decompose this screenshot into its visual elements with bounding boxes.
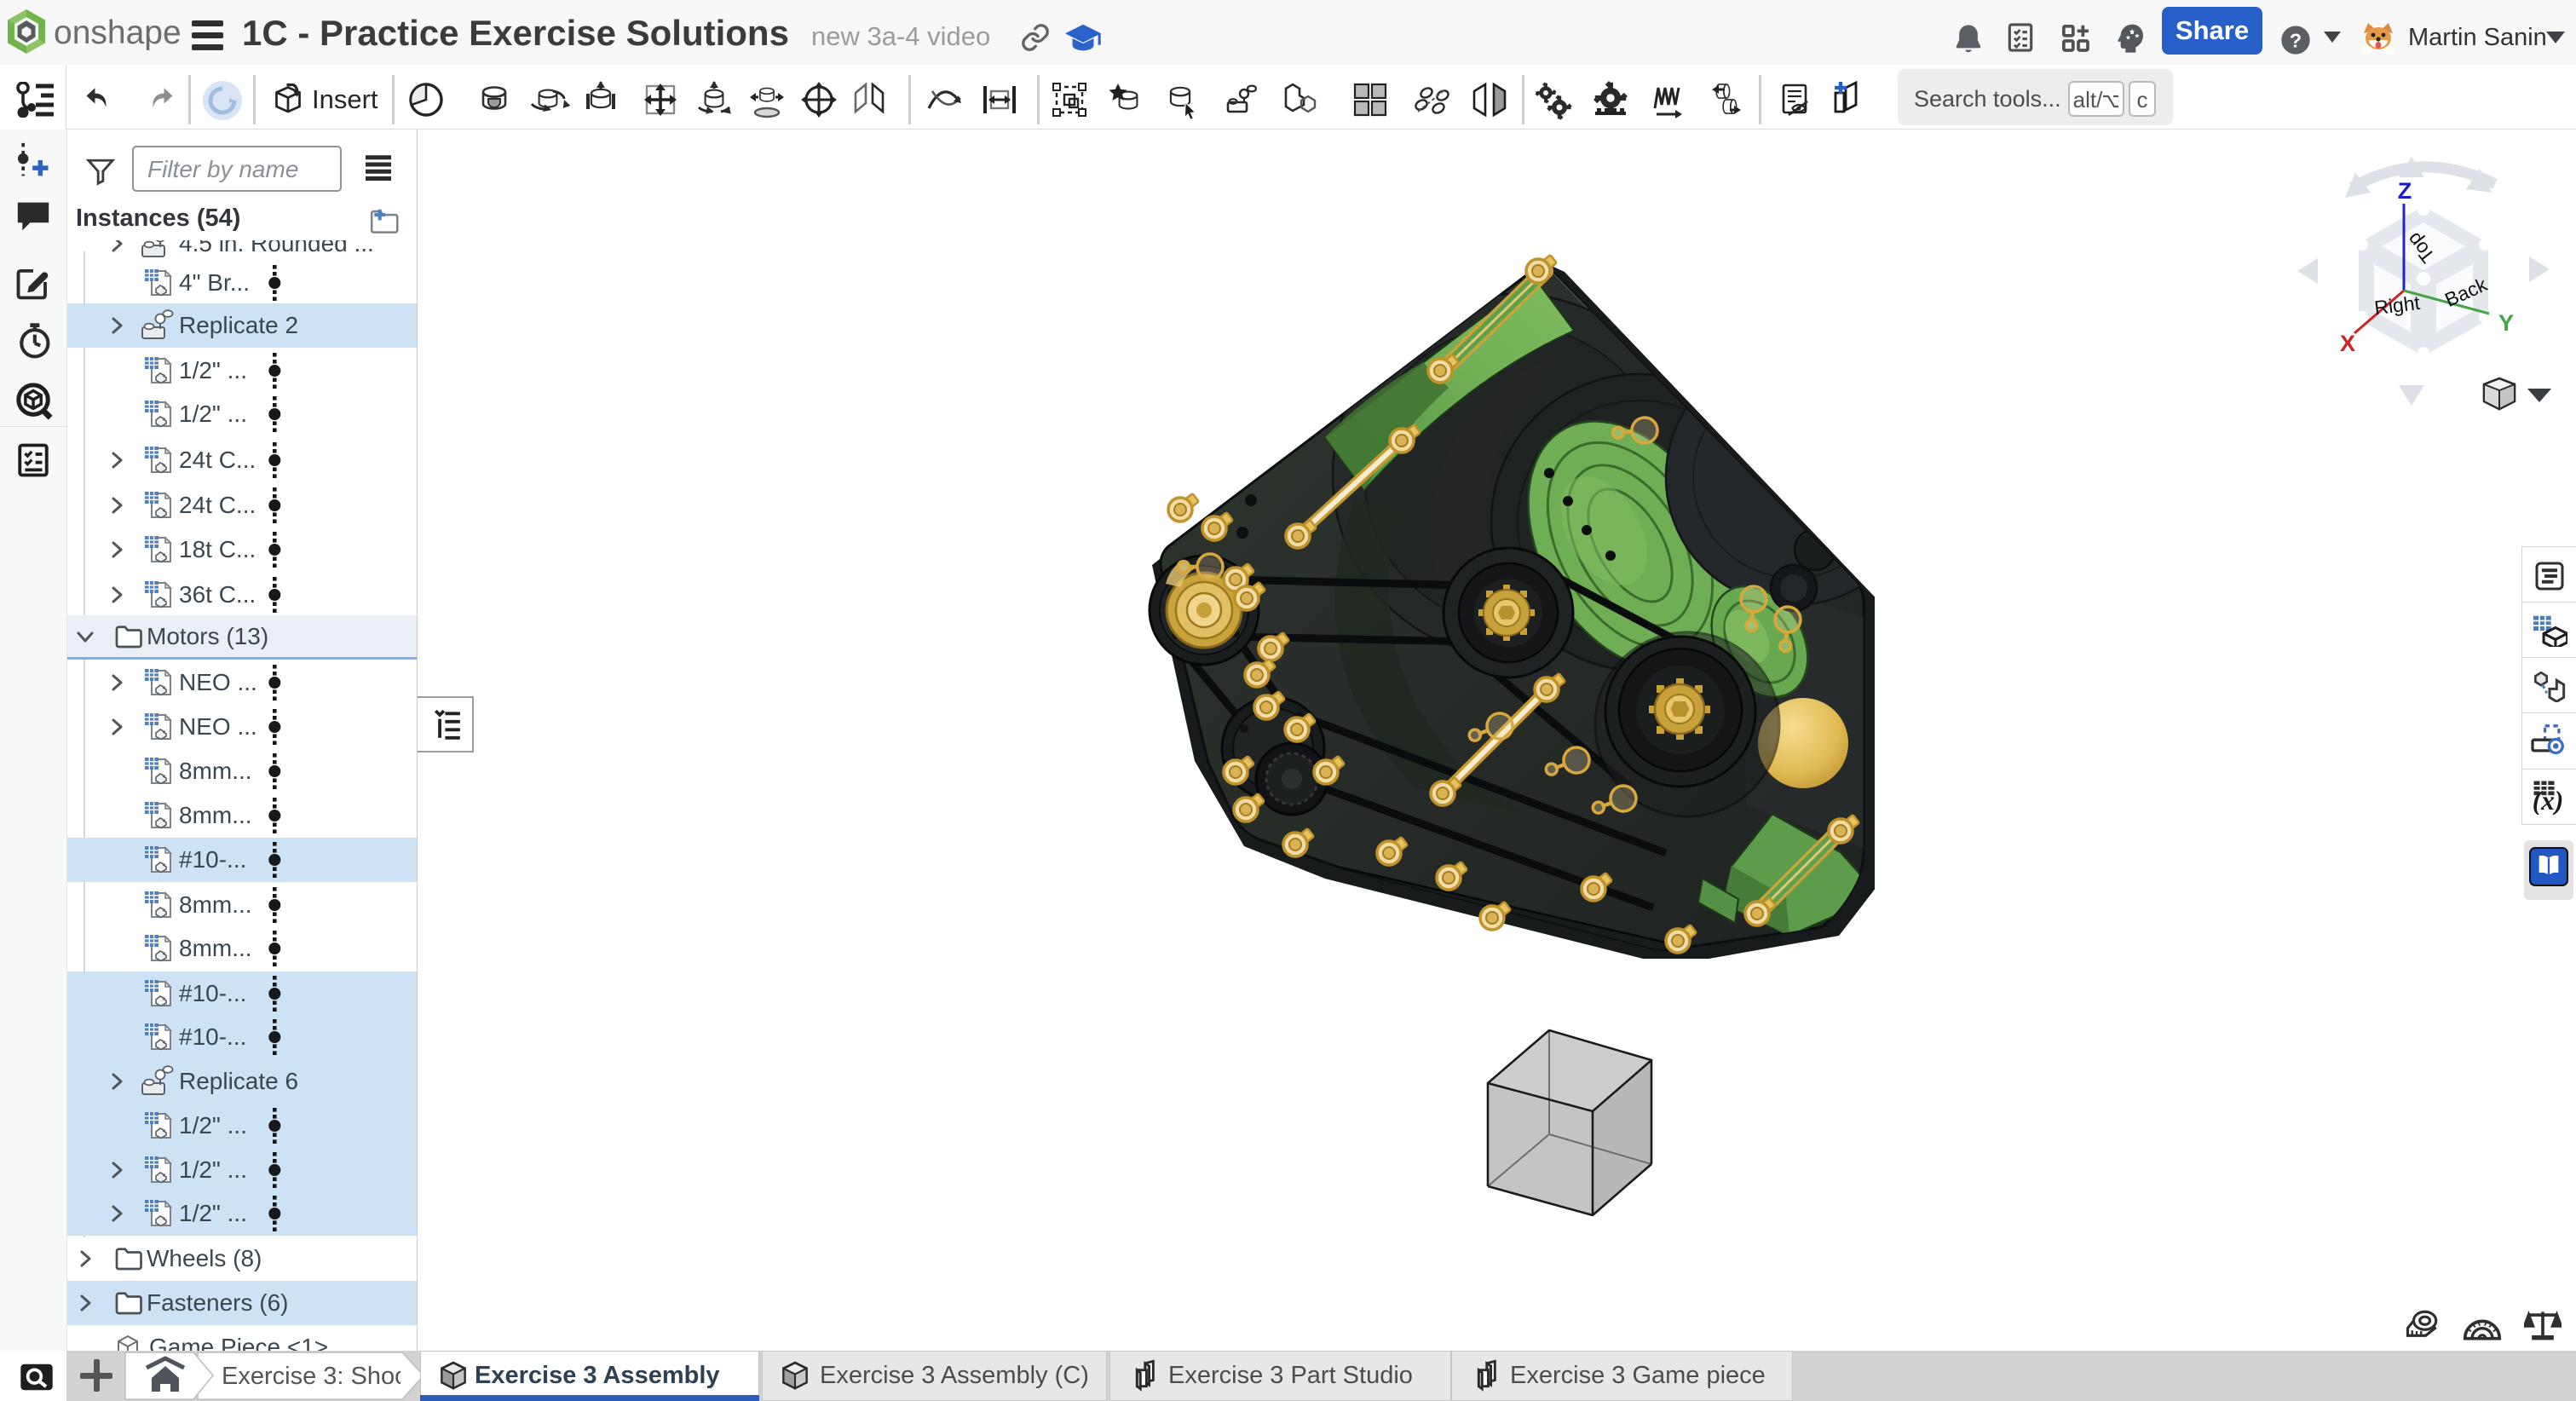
svg-text:(x): (x) bbox=[2533, 786, 2564, 815]
svg-text:Z: Z bbox=[2398, 178, 2412, 204]
svg-text:?: ? bbox=[2290, 29, 2302, 51]
svg-text:X: X bbox=[2340, 331, 2355, 356]
svg-text:Y: Y bbox=[2498, 310, 2514, 336]
